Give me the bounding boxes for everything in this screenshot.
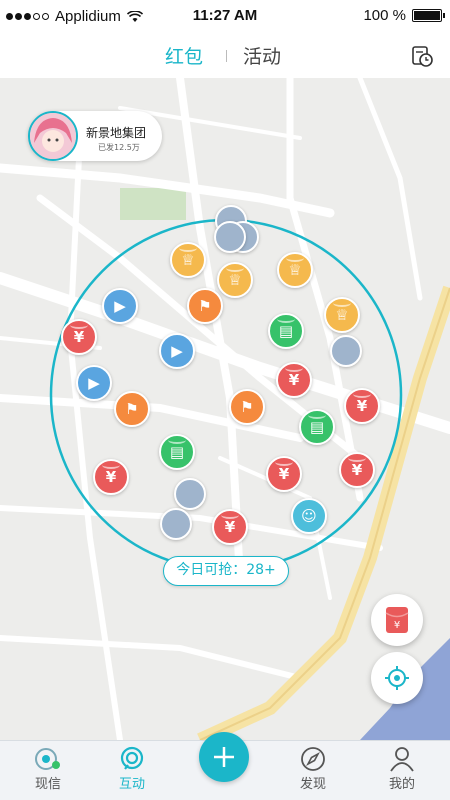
video-marker[interactable]: ▶ <box>76 365 112 401</box>
video-icon: ▶ <box>171 342 183 360</box>
card-icon: ▤ <box>278 322 294 340</box>
card-marker[interactable]: ▤ <box>159 434 195 470</box>
nav-item-hudong[interactable]: 互动 <box>97 745 167 792</box>
video-icon: ▶ <box>114 297 126 315</box>
publisher-sent-count: 已发12.5万 <box>98 143 140 152</box>
card-marker[interactable]: ▤ <box>299 409 335 445</box>
avatar-image <box>30 113 76 159</box>
gift-marker[interactable]: ♕ <box>217 262 253 298</box>
tab-divider <box>226 50 227 62</box>
today-count-badge: 今日可抢：28+ <box>163 556 289 586</box>
video-marker[interactable]: ▶ <box>102 288 138 324</box>
add-button[interactable] <box>199 732 249 782</box>
locate-fab[interactable] <box>371 652 423 704</box>
red-packet-marker[interactable]: ¥ <box>276 362 312 398</box>
gift-marker[interactable]: ♕ <box>277 252 313 288</box>
flag-icon: ⚑ <box>125 400 139 418</box>
battery-label: 100 % <box>363 7 406 24</box>
smiley-icon: ☺ <box>301 507 317 525</box>
flag-marker[interactable]: ⚑ <box>187 288 223 324</box>
person-icon <box>390 747 414 772</box>
tab-activity[interactable]: 活动 <box>243 42 281 69</box>
red-packet-marker[interactable]: ¥ <box>339 452 375 488</box>
card-icon: ▤ <box>309 418 325 436</box>
flag-icon: ⚑ <box>198 297 212 315</box>
flag-icon: ⚑ <box>240 398 254 416</box>
nav-item-faxian[interactable]: 发现 <box>278 745 348 792</box>
flag-marker[interactable]: ⚑ <box>114 391 150 427</box>
gift-marker[interactable]: ♕ <box>170 242 206 278</box>
publisher-avatar <box>28 111 78 161</box>
locate-icon <box>385 666 409 690</box>
status-right: 100 % <box>363 7 445 24</box>
history-clock-icon[interactable] <box>410 44 434 68</box>
red-packet-marker[interactable]: ¥ <box>212 509 248 545</box>
red-packet-icon: ¥ <box>385 607 409 633</box>
tab-red-packet[interactable]: 红包 <box>165 42 203 69</box>
gift-icon: ♕ <box>228 271 242 289</box>
red-packet-marker[interactable]: ¥ <box>61 319 97 355</box>
card-icon: ▤ <box>169 443 185 461</box>
nav-item-xianxin[interactable]: 现信 <box>13 745 83 792</box>
video-icon: ▶ <box>88 374 100 392</box>
user-photo-marker[interactable] <box>330 335 362 367</box>
red-packet-marker[interactable]: ¥ <box>266 456 302 492</box>
card-marker[interactable]: ▤ <box>268 313 304 349</box>
gift-icon: ♕ <box>335 306 349 324</box>
nav-item-wode[interactable]: 我的 <box>367 745 437 792</box>
interact-icon <box>120 746 144 770</box>
smiley-marker[interactable]: ☺ <box>291 498 327 534</box>
gift-icon: ♕ <box>181 251 195 269</box>
flag-marker[interactable]: ⚑ <box>229 389 265 425</box>
plus-icon <box>214 747 234 767</box>
battery-icon <box>412 9 445 22</box>
red-packet-fab[interactable]: ¥ <box>371 594 423 646</box>
user-photo-marker[interactable] <box>174 478 206 510</box>
user-photo-marker[interactable] <box>214 221 246 253</box>
gift-icon: ♕ <box>288 261 302 279</box>
status-bar: Applidium 11:27 AM 100 % <box>0 0 450 34</box>
publisher-card[interactable]: 新景地集团 已发12.5万 <box>28 111 162 161</box>
video-marker[interactable]: ▶ <box>159 333 195 369</box>
compass-icon <box>301 747 325 771</box>
map-view[interactable]: 新景地集团 已发12.5万 ♕ ♕ ♕ ♕ ▶ ⚑ ▤ ¥ ▶ ¥ ▶ ⚑ ⚑ … <box>0 78 450 740</box>
chat-icon <box>35 748 60 770</box>
user-photo-marker[interactable] <box>160 508 192 540</box>
gift-marker[interactable]: ♕ <box>324 297 360 333</box>
red-packet-marker[interactable]: ¥ <box>93 459 129 495</box>
red-packet-marker[interactable]: ¥ <box>344 388 380 424</box>
svg-text:¥: ¥ <box>394 620 400 631</box>
publisher-name: 新景地集团 <box>86 126 147 140</box>
top-tab-bar: 红包 活动 <box>0 34 450 78</box>
